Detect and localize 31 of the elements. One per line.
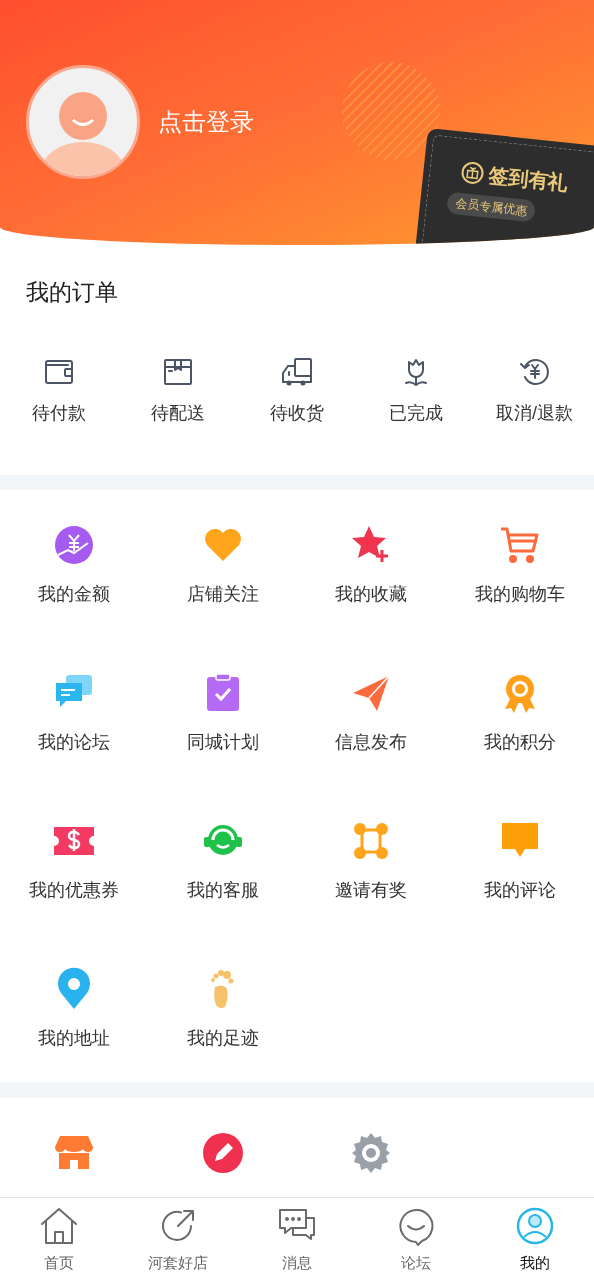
- order-status-label[interactable]: 待配送: [151, 400, 206, 427]
- service-label[interactable]: 我的收藏: [335, 581, 408, 608]
- pencil-icon: [200, 1131, 245, 1175]
- tab[interactable]: 消息: [237, 1198, 357, 1280]
- home-icon: [39, 1206, 80, 1246]
- order-status-label[interactable]: 已完成: [388, 400, 443, 427]
- service-label[interactable]: 我的优惠券: [29, 877, 120, 904]
- service-label[interactable]: 我的评论: [483, 877, 556, 904]
- service-label[interactable]: 我的积分: [483, 729, 556, 756]
- order-status-label[interactable]: 取消/退款: [496, 400, 574, 427]
- tab[interactable]: 河套好店: [118, 1198, 238, 1280]
- sign-in-card[interactable]: 签到有礼 会员专属优惠: [413, 128, 594, 245]
- service-label[interactable]: 我的地址: [38, 1025, 111, 1052]
- service-label[interactable]: 邀请有奖: [335, 877, 408, 904]
- tab[interactable]: 首页: [0, 1198, 119, 1280]
- order-status-label[interactable]: 待付款: [32, 400, 87, 427]
- tab[interactable]: 我的: [475, 1198, 594, 1280]
- service-label[interactable]: 我的购物车: [474, 581, 565, 608]
- service-label[interactable]: 我的客服: [186, 877, 259, 904]
- section-title: 我的订单: [26, 278, 118, 308]
- member-offer-tag: 会员专属优惠: [446, 191, 536, 223]
- order-status-label[interactable]: 待收货: [270, 400, 324, 427]
- service-label[interactable]: 我的论坛: [38, 729, 111, 756]
- service-label[interactable]: 我的金额: [38, 581, 111, 608]
- service-label[interactable]: 信息发布: [335, 729, 408, 756]
- gift-icon: [459, 159, 486, 187]
- service-label[interactable]: 我的足迹: [186, 1025, 259, 1052]
- service-label[interactable]: 店铺关注: [186, 581, 259, 608]
- service-label[interactable]: 同城计划: [186, 729, 259, 756]
- tab[interactable]: 论坛: [356, 1198, 476, 1280]
- user-icon: [514, 1206, 555, 1246]
